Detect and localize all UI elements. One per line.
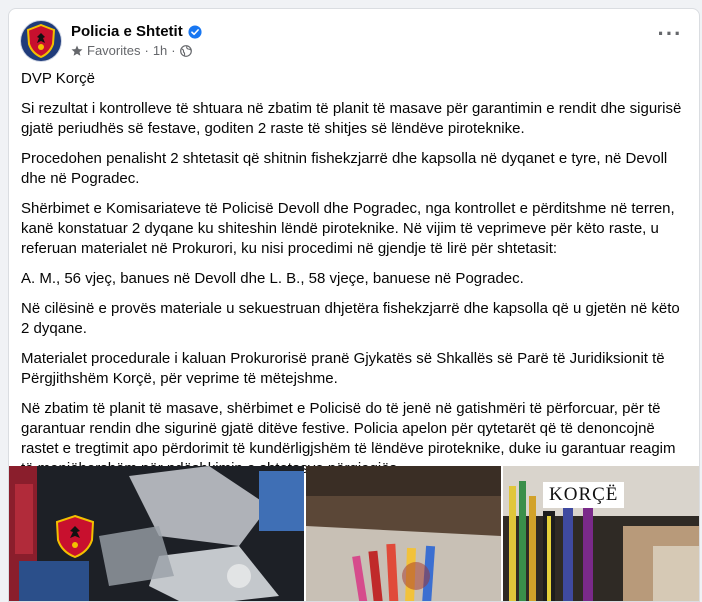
post-photo-1[interactable] — [9, 466, 304, 601]
meta-separator: · — [144, 43, 149, 58]
post-paragraph: Materialet procedurale i kaluan Prokuror… — [21, 350, 665, 387]
star-icon — [71, 45, 83, 56]
verified-badge-icon — [188, 24, 202, 39]
fireworks-tubes-photo — [306, 466, 501, 601]
audience-label[interactable]: Favorites — [87, 43, 140, 58]
post-text: DVP Korçë Si rezultat i kontrolleve të s… — [21, 69, 687, 489]
post-paragraph: Shërbimet e Komisariateve të Policisë De… — [21, 200, 675, 257]
post-photo-3[interactable]: KORÇË — [503, 466, 699, 601]
page-name-text[interactable]: Policia e Shtetit — [71, 23, 183, 40]
post-paragraph: Procedohen penalisht 2 shtetasit që shit… — [21, 150, 668, 187]
post-paragraph: Në cilësinë e provës materiale u sekuest… — [21, 300, 680, 337]
police-emblem-icon — [26, 24, 56, 58]
post-card: Policia e Shtetit Favorites · 1h · ··· D… — [8, 8, 700, 602]
post-time[interactable]: 1h — [153, 43, 167, 58]
meta-separator: · — [171, 43, 176, 58]
post-paragraph: DVP Korçë — [21, 70, 95, 87]
post-paragraph: A. M., 56 vjeç, banues në Devoll dhe L. … — [21, 270, 524, 287]
more-options-icon[interactable]: ··· — [655, 23, 685, 51]
page-name[interactable]: Policia e Shtetit — [71, 23, 202, 40]
photo-caption: KORÇË — [543, 482, 625, 508]
page-avatar[interactable] — [21, 21, 61, 61]
globe-icon[interactable] — [179, 44, 192, 57]
post-paragraph: Si rezultat i kontrolleve të shtuara në … — [21, 100, 682, 137]
post-header: Policia e Shtetit Favorites · 1h · ··· — [21, 21, 687, 61]
photo-grid: KORÇË — [9, 466, 699, 601]
confiscated-items-photo — [9, 466, 304, 601]
post-photo-2[interactable] — [306, 466, 501, 601]
post-meta: Favorites · 1h · — [71, 43, 192, 58]
